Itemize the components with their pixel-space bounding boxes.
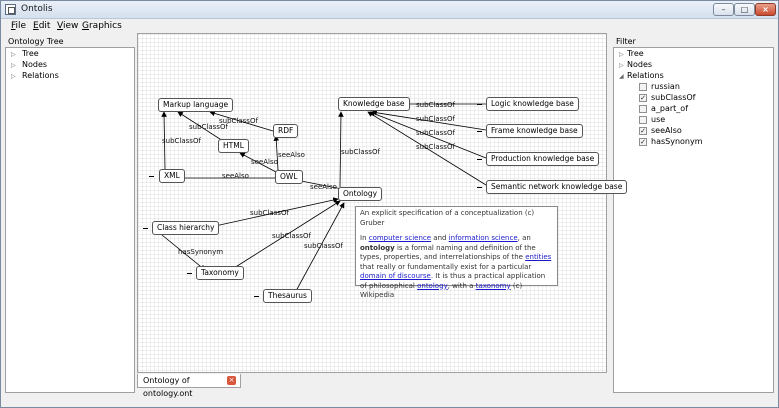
app-icon xyxy=(5,4,16,15)
filter-label-subclassof: subClassOf xyxy=(651,93,696,102)
checkbox-use[interactable] xyxy=(639,116,647,124)
menu-edit[interactable]: Edit xyxy=(33,21,50,31)
close-icon[interactable]: × xyxy=(227,376,236,385)
filter-panel: ▷ Tree ▷ Nodes ◢ Relations russian ✓ sub… xyxy=(613,47,774,393)
tooltip-body: In computer science and information scie… xyxy=(360,234,552,299)
tree-item-nodes[interactable]: Nodes xyxy=(22,60,47,69)
close-icon: × xyxy=(762,5,769,14)
node-frame-kb[interactable]: Frame knowledge base xyxy=(486,124,583,138)
maximize-button[interactable]: □ xyxy=(734,3,755,16)
collapse-node-icon[interactable] xyxy=(477,104,482,105)
filter-item-nodes[interactable]: Nodes xyxy=(627,60,652,69)
maximize-icon: □ xyxy=(740,5,749,14)
filter-label-hassynonym: hasSynonym xyxy=(651,137,703,146)
collapse-node-icon[interactable] xyxy=(254,296,259,297)
expand-icon[interactable]: ▷ xyxy=(11,62,16,69)
menu-bar: File Edit View Graphics xyxy=(1,19,778,34)
collapse-node-icon[interactable] xyxy=(477,159,482,160)
node-owl[interactable]: OWL xyxy=(275,170,303,184)
close-button[interactable]: × xyxy=(755,3,776,16)
node-rdf[interactable]: RDF xyxy=(273,124,299,138)
link-computer-science[interactable]: computer science xyxy=(369,234,431,242)
node-knowledge-base[interactable]: Knowledge base xyxy=(338,97,410,111)
edge-label: subClassOf xyxy=(416,115,455,123)
collapse-node-icon[interactable] xyxy=(143,228,148,229)
filter-label-seealso: seeAlso xyxy=(651,126,682,135)
checkbox-hassynonym[interactable]: ✓ xyxy=(639,138,647,146)
edge-label: subClassOf xyxy=(189,123,228,131)
node-logic-kb[interactable]: Logic knowledge base xyxy=(486,97,579,111)
node-production-kb[interactable]: Production knowledge base xyxy=(486,152,600,166)
window-title: Ontolis xyxy=(21,4,53,14)
edge-label: subClassOf xyxy=(416,143,455,151)
edge-label: subClassOf xyxy=(304,242,343,250)
expand-icon[interactable]: ▷ xyxy=(11,73,16,80)
link-ontology[interactable]: ontology xyxy=(417,282,448,290)
tree-item-tree[interactable]: Tree xyxy=(22,49,39,58)
node-tooltip: An explicit specification of a conceptua… xyxy=(355,206,558,299)
edge-label: seeAlso xyxy=(251,158,278,166)
node-semantic-network-kb[interactable]: Semantic network knowledge base xyxy=(486,180,628,194)
menu-file[interactable]: File xyxy=(11,21,26,31)
node-html[interactable]: HTML xyxy=(218,139,249,153)
edge-label: subClassOf xyxy=(416,129,455,137)
filter-item-tree[interactable]: Tree xyxy=(627,49,644,58)
collapse-icon[interactable]: ◢ xyxy=(619,73,624,80)
collapse-node-icon[interactable] xyxy=(477,131,482,132)
edge-label: subClassOf xyxy=(272,232,311,240)
filter-label-use: use xyxy=(651,115,666,124)
checkbox-a-part-of[interactable] xyxy=(639,105,647,113)
node-taxonomy[interactable]: Taxonomy xyxy=(196,266,244,280)
title-bar[interactable]: Ontolis – □ × xyxy=(1,1,778,19)
filter-label-russian: russian xyxy=(651,82,680,91)
link-domain-of-discourse[interactable]: domain of discourse xyxy=(360,272,431,280)
collapse-node-icon[interactable] xyxy=(477,187,482,188)
tooltip-heading: An explicit specification of a conceptua… xyxy=(360,209,535,227)
node-thesaurus[interactable]: Thesaurus xyxy=(263,289,312,303)
edge-label: seeAlso xyxy=(310,183,337,191)
menu-view[interactable]: View xyxy=(57,21,78,31)
edge-label: subClassOf xyxy=(162,137,201,145)
menu-graphics[interactable]: Graphics xyxy=(82,21,122,31)
graph-canvas[interactable] xyxy=(137,33,607,373)
link-entities[interactable]: entities xyxy=(525,253,551,261)
edge-label: seeAlso xyxy=(222,172,249,180)
edge-label: hasSynonym xyxy=(178,248,224,256)
ontology-tree-panel: ▷ Tree ▷ Nodes ▷ Relations xyxy=(5,47,135,393)
checkbox-seealso[interactable]: ✓ xyxy=(639,127,647,135)
edge-label: subClassOf xyxy=(341,148,380,156)
edge-label: subClassOf xyxy=(416,101,455,109)
minimize-icon: – xyxy=(721,5,726,14)
filter-label-a-part-of: a_part_of xyxy=(651,104,689,113)
collapse-node-icon[interactable] xyxy=(149,176,154,177)
checkbox-subclassof[interactable]: ✓ xyxy=(639,94,647,102)
node-markup-language[interactable]: Markup language xyxy=(158,98,234,112)
tree-item-relations[interactable]: Relations xyxy=(22,71,59,80)
filter-item-relations[interactable]: Relations xyxy=(627,71,664,80)
minimize-button[interactable]: – xyxy=(713,3,734,16)
tab-ontology-file[interactable]: Ontology of ontology.ont × xyxy=(137,374,241,398)
edge-label: subClassOf xyxy=(250,209,289,217)
node-class-hierarchy[interactable]: Class hierarchy xyxy=(152,221,220,235)
checkbox-russian[interactable] xyxy=(639,83,647,91)
tab-label: Ontology of ontology.ont xyxy=(143,376,193,398)
edge-label: seeAlso xyxy=(278,151,305,159)
collapse-node-icon[interactable] xyxy=(187,273,192,274)
link-taxonomy[interactable]: taxonomy xyxy=(476,282,511,290)
expand-icon[interactable]: ▷ xyxy=(11,51,16,58)
expand-icon[interactable]: ▷ xyxy=(619,62,624,69)
node-xml[interactable]: XML xyxy=(159,169,185,183)
expand-icon[interactable]: ▷ xyxy=(619,51,624,58)
node-ontology[interactable]: Ontology xyxy=(338,187,383,201)
link-information-science[interactable]: information science xyxy=(449,234,518,242)
